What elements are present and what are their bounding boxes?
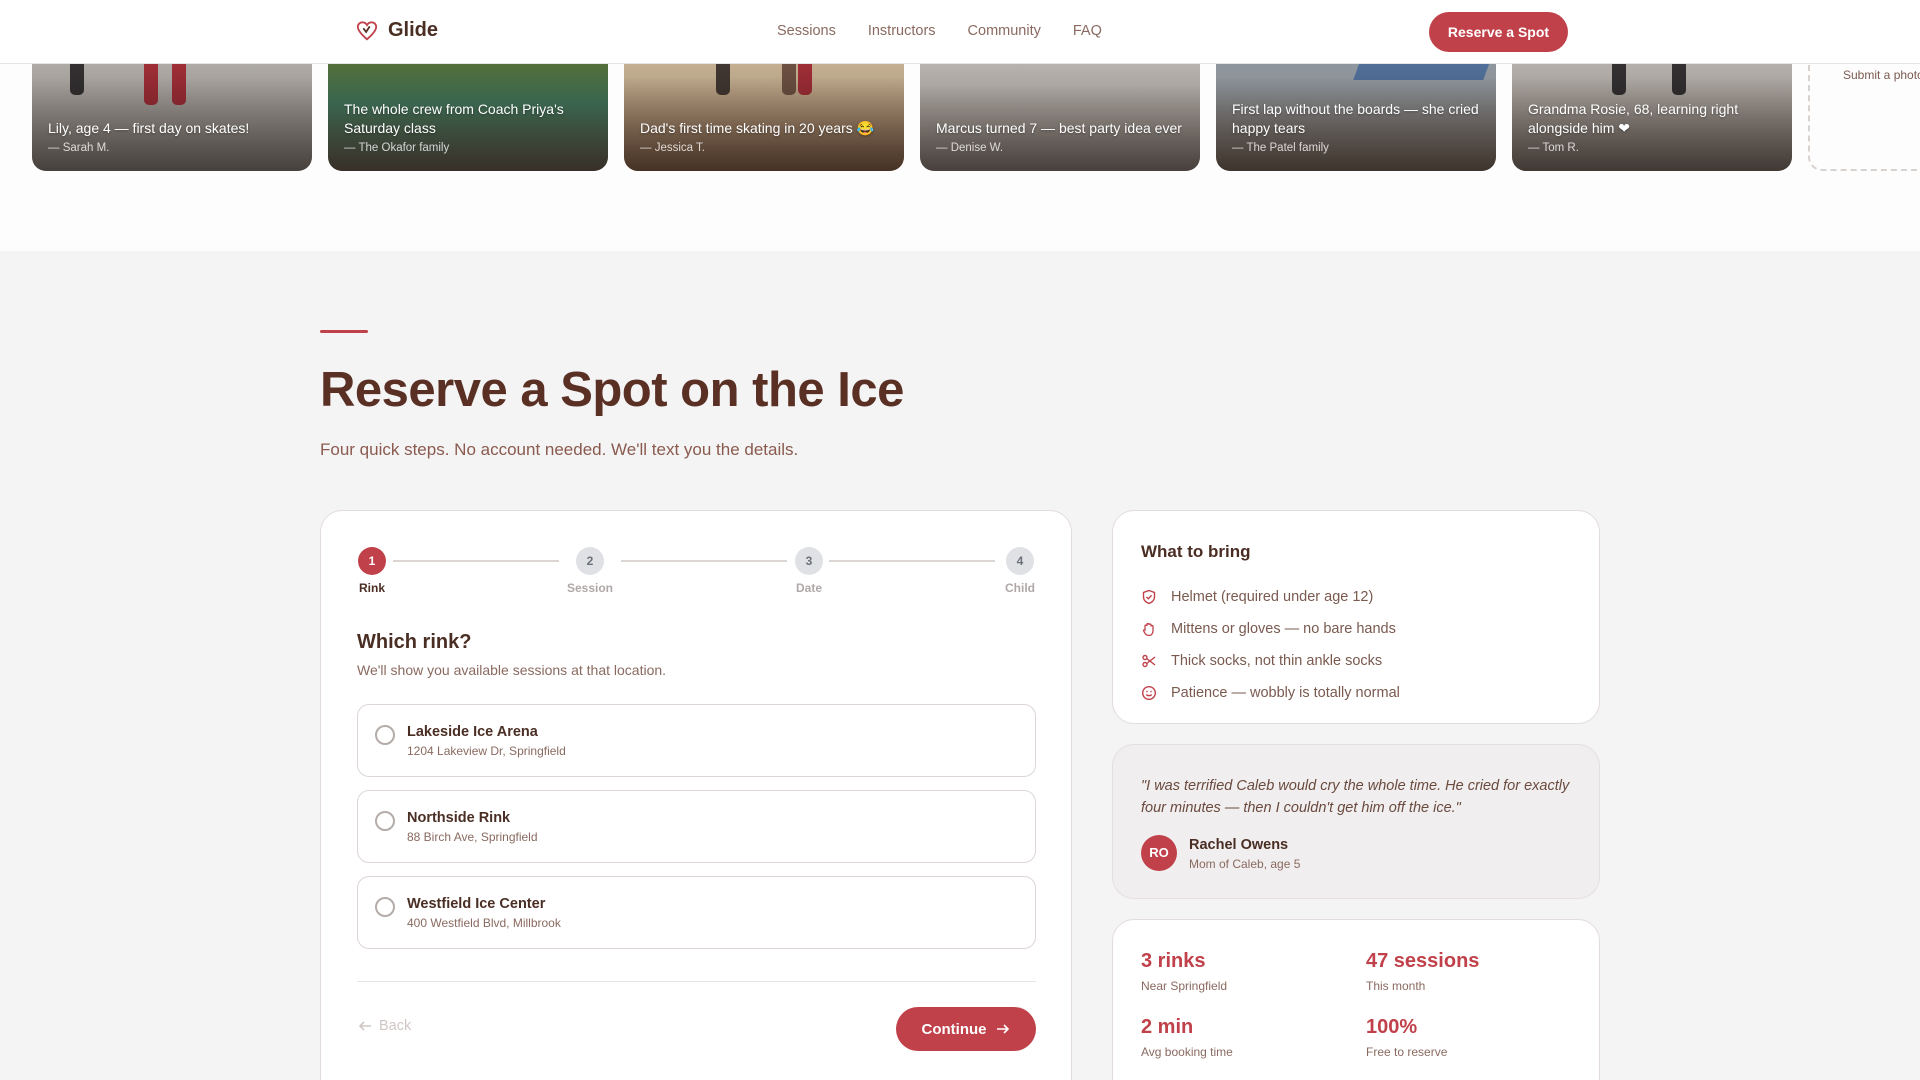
stat-value: 3 rinks [1141,950,1206,972]
question-help: We'll show you available sessions at tha… [357,662,667,678]
testimonial-quote: "I was terrified Caleb would cry the who… [1141,778,1570,816]
photo-author: — The Patel family [1232,142,1329,154]
back-label: Back [379,1018,412,1034]
rink-address: 1204 Lakeview Dr, Springfield [407,744,566,758]
photo-caption: Marcus turned 7 — best party idea ever [936,120,1182,136]
brand-name: Glide [388,19,439,41]
nav-link-community[interactable]: Community [968,23,1041,39]
step-session[interactable]: 2 Session [550,547,630,595]
stepper-connector [829,560,995,562]
nav-link-sessions[interactable]: Sessions [777,23,836,39]
continue-label: Continue [921,1020,987,1038]
reservation-form: 1 Rink 2 Session 3 Date 4 Child Which ri… [320,510,1072,1080]
stepper-connector [621,560,787,562]
question-title: Which rink? [357,631,472,653]
step-rink[interactable]: 1 Rink [332,547,412,595]
step-label: Session [566,581,614,595]
testimonial-author-name: Rachel Owens [1189,837,1289,853]
continue-button[interactable]: Continue [896,1007,1036,1051]
form-divider [357,981,1036,982]
rink-name: Westfield Ice Center [407,896,546,912]
stats-card: 3 rinks Near Springfield 47 sessions Thi… [1112,919,1600,1080]
step-label: Date [795,581,822,595]
bring-item-text: Helmet (required under age 12) [1171,589,1374,605]
stat-label: Free to reserve [1366,1045,1448,1059]
stat-label: Avg booking time [1141,1045,1233,1059]
arrow-right-icon [996,1024,1009,1034]
step-number: 3 [795,547,823,575]
rink-option-westfield[interactable]: Westfield Ice Center 400 Westfield Blvd,… [357,876,1036,949]
stat-rinks: 3 rinks Near Springfield [1141,950,1227,993]
photo-caption: Dad's first time skating in 20 years 😂 [640,120,875,136]
photo-author: — Jessica T. [640,142,705,154]
page-subtitle: Four quick steps. No account needed. We'… [320,440,799,459]
radio-button[interactable] [375,897,395,917]
step-label: Child [1005,581,1035,595]
back-button[interactable]: Back [357,1018,411,1034]
stat-value: 100% [1366,1016,1418,1038]
section-accent-line [320,330,368,333]
stat-label: Near Springfield [1141,979,1228,993]
photo-author: — The Okafor family [344,142,450,154]
page-title: Reserve a Spot on the Ice [320,363,904,417]
photo-caption: The whole crew from Coach Priya's Saturd… [344,101,564,136]
what-to-bring-card: What to bring Helmet (required under age… [1112,510,1600,724]
list-item: Helmet (required under age 12) [1141,581,1400,613]
photo-caption: Grandma Rosie, 68, learning right alongs… [1528,101,1739,136]
step-number: 2 [576,547,604,575]
top-navbar: Glide Sessions Instructors Community FAQ… [0,0,1920,64]
what-to-bring-title: What to bring [1141,542,1251,561]
list-item: Mittens or gloves — no bare hands [1141,613,1400,645]
step-label: Rink [358,581,385,595]
photo-author: — Denise W. [936,142,1004,154]
rink-name: Northside Rink [407,810,511,826]
step-child[interactable]: 4 Child [980,547,1060,595]
avatar: RO [1141,835,1177,871]
rink-option-lakeside[interactable]: Lakeside Ice Arena 1204 Lakeview Dr, Spr… [357,704,1036,777]
bring-item-text: Patience — wobbly is totally normal [1171,685,1400,701]
bring-list: Helmet (required under age 12) Mittens o… [1141,581,1400,709]
hand-icon [1142,622,1154,637]
reserve-spot-button[interactable]: Reserve a Spot [1429,12,1568,52]
stat-sessions: 47 sessions This month [1366,950,1479,993]
stat-value: 2 min [1141,1016,1194,1038]
step-number: 1 [358,547,386,575]
photo-author: — Sarah M. [48,142,110,154]
heart-logo-icon [356,20,378,40]
rink-address: 400 Westfield Blvd, Millbrook [407,916,561,930]
rink-address: 88 Birch Ave, Springfield [407,830,538,844]
submit-photo-label: Submit a photo [1843,68,1920,82]
main-nav: Sessions Instructors Community FAQ [777,23,1102,39]
testimonial-author-role: Mom of Caleb, age 5 [1189,857,1301,871]
smile-icon [1141,685,1157,701]
step-number: 4 [1006,547,1034,575]
stat-booking-time: 2 min Avg booking time [1141,1016,1233,1059]
radio-button[interactable] [375,725,395,745]
stat-label: This month [1366,979,1426,993]
bring-item-text: Mittens or gloves — no bare hands [1171,621,1396,637]
stepper-connector [393,560,559,562]
stat-value: 47 sessions [1366,950,1480,972]
nav-link-faq[interactable]: FAQ [1073,23,1102,39]
rink-name: Lakeside Ice Arena [407,724,538,740]
photo-author: — Tom R. [1528,142,1579,154]
photo-caption: First lap without the boards — she cried… [1232,101,1479,136]
shield-icon [1142,589,1156,605]
rink-option-northside[interactable]: Northside Rink 88 Birch Ave, Springfield [357,790,1036,863]
list-item: Patience — wobbly is totally normal [1141,677,1400,709]
list-item: Thick socks, not thin ankle socks [1141,645,1400,677]
scissors-icon [1142,654,1156,668]
nav-link-instructors[interactable]: Instructors [868,23,936,39]
bring-item-text: Thick socks, not thin ankle socks [1171,653,1383,669]
testimonial-card: "I was terrified Caleb would cry the who… [1112,744,1600,899]
step-date[interactable]: 3 Date [769,547,849,595]
radio-button[interactable] [375,811,395,831]
brand-logo[interactable]: Glide [356,19,438,42]
arrow-left-icon [358,1021,371,1031]
photo-caption: Lily, age 4 — first day on skates! [48,120,250,136]
stat-free: 100% Free to reserve [1366,1016,1447,1059]
